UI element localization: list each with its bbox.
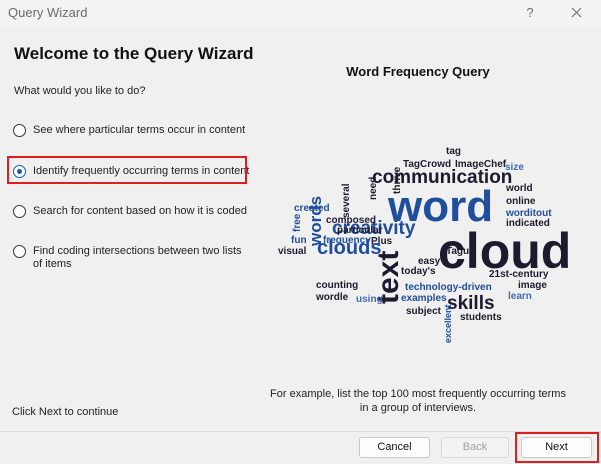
cloud-word: free — [292, 213, 303, 232]
cloud-word: subject — [406, 306, 442, 317]
question-label: What would you like to do? — [14, 85, 146, 97]
cloud-word: technology-driven — [405, 282, 492, 293]
cloud-word: TagCrowd — [403, 159, 451, 170]
close-button[interactable] — [556, 0, 596, 26]
cloud-word: learn — [508, 291, 532, 302]
option-radio[interactable] — [13, 205, 26, 218]
cloud-word: skills — [447, 293, 495, 314]
cloud-word: today's — [401, 266, 436, 277]
option-radio[interactable] — [13, 245, 26, 258]
cloud-word: world — [505, 183, 533, 194]
cloud-word: ImageChef — [455, 159, 507, 170]
cloud-word: fun — [291, 235, 307, 246]
cloud-word: 21st-century — [489, 269, 549, 280]
option-term-locations[interactable]: See where particular terms occur in cont… — [13, 124, 253, 137]
cloud-word: image — [518, 280, 547, 291]
cloud-word: examples — [401, 293, 447, 304]
cloud-word: counting — [316, 280, 358, 291]
option-radio[interactable] — [13, 124, 26, 137]
cloud-word: online — [506, 196, 536, 207]
option-label: See where particular terms occur in cont… — [33, 124, 246, 136]
title-bar: Query Wizard ? — [0, 0, 601, 26]
next-button[interactable]: Next — [521, 437, 592, 458]
help-button[interactable]: ? — [510, 0, 550, 26]
page-title: Welcome to the Query Wizard — [14, 44, 254, 63]
cloud-word: created — [294, 203, 330, 214]
cloud-word: frequency — [323, 235, 371, 246]
cloud-word: Plus — [371, 236, 393, 247]
option-radio-selected[interactable] — [13, 165, 26, 178]
option-label: Identify frequently occurring terms in c… — [33, 165, 250, 177]
continue-hint: Click Next to continue — [12, 406, 119, 418]
cloud-word: students — [460, 312, 502, 323]
preview-title: Word Frequency Query — [346, 64, 490, 79]
option-coding-intersections[interactable]: Find coding intersections between two li… — [13, 245, 253, 271]
cloud-word: size — [505, 162, 524, 173]
cloud-word: tag — [446, 146, 461, 157]
option-frequent-terms[interactable]: Identify frequently occurring terms in c… — [13, 165, 253, 178]
option-label: Search for content based on how it is co… — [33, 205, 248, 217]
back-button[interactable]: Back — [441, 437, 509, 458]
window-title: Query Wizard — [8, 5, 88, 20]
cloud-word: need — [368, 177, 379, 200]
word-cloud-image: word cloud communication creativity clou… — [278, 146, 570, 343]
example-description: For example, list the top 100 most frequ… — [270, 388, 566, 414]
cloud-word: visual — [278, 246, 307, 257]
option-label: Find coding intersections between two li… — [33, 245, 242, 270]
cloud-word: several — [341, 183, 352, 218]
option-coded-content[interactable]: Search for content based on how it is co… — [13, 205, 253, 218]
close-icon — [571, 7, 581, 18]
button-bar — [0, 432, 601, 464]
cloud-word: particular — [337, 225, 383, 236]
cloud-word: excellent — [443, 304, 453, 343]
cloud-word: using — [356, 294, 383, 305]
cloud-word: thrive — [392, 166, 403, 194]
cloud-word: indicated — [506, 218, 550, 229]
cancel-button[interactable]: Cancel — [359, 437, 430, 458]
wizard-body: Welcome to the Query Wizard What would y… — [0, 26, 601, 431]
cloud-word: Tagul — [446, 246, 472, 257]
cloud-word: wordle — [315, 292, 349, 303]
